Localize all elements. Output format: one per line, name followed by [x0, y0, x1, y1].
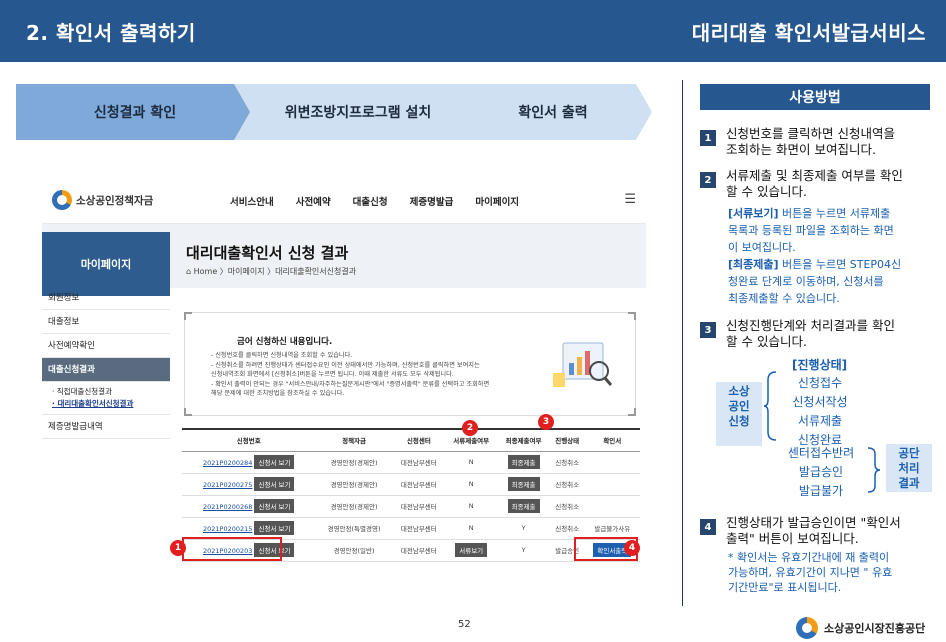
application-number-link[interactable]: 2021P0200215 — [203, 525, 252, 533]
application-number-link[interactable]: 2021P0200275 — [203, 481, 252, 489]
reject-reason-link[interactable]: 발급불가사유 — [584, 517, 640, 540]
flow-applicant-states: 신청접수 신청서작성 서류제출 신청완료 — [792, 376, 848, 447]
step-check-result: 신청결과 확인 — [16, 84, 254, 140]
notice-box: 금어 신청하신 내용입니다. - 신청번호를 클릭하면 신청내역을 조회할 수 … — [184, 312, 636, 416]
callout-badge-2: 2 — [462, 420, 478, 436]
header-bar: 2. 확인서 출력하기 대리대출 확인서발급서비스 — [0, 0, 946, 62]
table-row: 2021P0200284 신청서 보기 경영안정(경제안) 대전남부센터 N 최… — [182, 451, 640, 474]
view-application-button[interactable]: 신청서 보기 — [254, 521, 295, 535]
step-number-4: 4 — [700, 519, 716, 535]
footer-logo: 소상공인시장진흥공단 — [796, 617, 925, 639]
view-application-button[interactable]: 신청서 보기 — [254, 477, 295, 491]
menu-item-service[interactable]: 서비스안내 — [230, 194, 274, 208]
step-number-1: 1 — [700, 130, 716, 146]
view-application-button[interactable]: 신청서 보기 — [254, 499, 295, 513]
final-submit-button[interactable]: 최종제출 — [507, 477, 540, 491]
org-logo-icon — [796, 617, 818, 639]
instruction-3: 신청진행단계와 처리결과를 확인 할 수 있습니다. — [726, 318, 895, 349]
page-title: 2. 확인서 출력하기 — [26, 21, 196, 45]
site-menu: 서비스안내 사전예약 대출신청 제증명발급 마이페이지 — [230, 194, 519, 208]
table-row: 2021P0200275 신청서 보기 경영안정(경제안) 대전남부센터 N 최… — [182, 473, 640, 496]
notice-lines: - 신청번호를 클릭하면 신청내역을 조회할 수 있습니다. - 신청취소를 하… — [211, 352, 490, 398]
flow-result-box: 공단 처리 결과 — [886, 444, 932, 492]
document-illustration-icon — [553, 342, 613, 387]
callout-badge-4: 4 — [624, 540, 640, 556]
site-top-nav: 소상공인정책자금 서비스안내 사전예약 대출신청 제증명발급 마이페이지 ☰ — [42, 176, 646, 224]
step-install-program: 위변조방지프로그램 설치 — [234, 84, 472, 140]
table-row: 2021P0200215 신청서 보기 경영안정(특별경영) 대전남부센터 N … — [182, 517, 640, 540]
note-documents: [서류보기] 버튼을 누르면 서류제출 목록과 등록된 파일을 조회하는 화면 … — [728, 207, 894, 254]
sidebar-item-loan-result[interactable]: 대출신청결과 — [42, 358, 170, 382]
table-header-row: 신청번호 정책자금 신청센터 서류제출여부 최종제출여부 진행상태 확인서 — [182, 428, 640, 452]
instruction-1: 신청번호를 클릭하면 신청내역을 조회하는 화면이 보여집니다. — [726, 126, 895, 157]
site-logo[interactable]: 소상공인정책자금 — [52, 190, 153, 210]
final-submit-button[interactable]: 최종제출 — [507, 455, 540, 469]
menu-item-loan[interactable]: 대출신청 — [353, 194, 388, 208]
website-screenshot: 소상공인정책자금 서비스안내 사전예약 대출신청 제증명발급 마이페이지 ☰ 마… — [42, 176, 646, 566]
application-number-link[interactable]: 2021P0200284 — [203, 459, 252, 467]
logo-icon — [52, 190, 72, 210]
flow-center-states: 센터접수반려 발급승인 발급불가 — [787, 446, 855, 498]
vertical-divider — [682, 80, 683, 606]
table-row: 2021P0200268 신청서 보기 경영안정(경제안) 대전남부센터 N 최… — [182, 495, 640, 518]
breadcrumb: ⌂ Home 〉마이페이지 〉대리대출확인서신청결과 — [186, 267, 357, 276]
result-page-title: 대리대출확인서 신청 결과 — [186, 244, 349, 262]
howto-title: 사용방법 — [700, 84, 930, 110]
callout-badge-1: 1 — [170, 540, 186, 556]
final-submit-button[interactable]: 최종제출 — [507, 499, 540, 513]
sidebar: 회원정보 대출정보 사전예약확인 대출신청결과 · 직접대출신청결과 · 대리대… — [42, 286, 170, 439]
page-number: 52 — [458, 619, 471, 630]
highlight-box-app-number — [182, 537, 282, 561]
step-print-certificate: 확인서 출력 — [444, 84, 652, 140]
flow-source-box: 소상 공인 신청 — [716, 382, 762, 446]
step-progress: 신청결과 확인 위변조방지프로그램 설치 확인서 출력 — [16, 84, 652, 140]
flow-brace-right — [867, 447, 880, 493]
note-final-submit: [최종제출] 버튼을 누르면 STEP04신 청완료 단계로 이동하며, 신청서… — [728, 258, 902, 305]
view-application-button[interactable]: 신청서 보기 — [254, 455, 295, 469]
flow-brace-left — [764, 371, 777, 441]
step-number-2: 2 — [700, 172, 716, 188]
flow-status-heading: [진행상태] — [792, 358, 848, 372]
instruction-2: 서류제출 및 최종제출 여부를 확인 할 수 있습니다. — [726, 168, 903, 199]
sidebar-item-certificates[interactable]: 제증명발급내역 — [42, 415, 170, 439]
step-number-3: 3 — [700, 322, 716, 338]
callout-badge-3: 3 — [538, 414, 554, 430]
menu-item-mypage[interactable]: 마이페이지 — [475, 194, 519, 208]
view-documents-button[interactable]: 서류보기 — [455, 543, 488, 557]
sidebar-sub-direct[interactable]: · 직접대출신청결과 — [52, 386, 160, 398]
sidebar-item-loan-info[interactable]: 대출정보 — [42, 310, 170, 334]
menu-item-certificate[interactable]: 제증명발급 — [410, 194, 454, 208]
sidebar-item-reservation[interactable]: 사전예약확인 — [42, 334, 170, 358]
note-validity: * 확인서는 유효기간내에 재 출력이 가능하며, 유효기간이 지나면 " 유효… — [728, 551, 893, 594]
application-number-link[interactable]: 2021P0200268 — [203, 503, 252, 511]
notice-title: 금어 신청하신 내용입니다. — [237, 337, 333, 347]
instruction-4: 진행상태가 발급승인이면 "확인서 출력" 버튼이 보여집니다. — [726, 515, 901, 546]
sidebar-item-member[interactable]: 회원정보 — [42, 286, 170, 310]
menu-item-reserve[interactable]: 사전예약 — [296, 194, 331, 208]
sidebar-submenu: · 직접대출신청결과 · 대리대출확인서신청결과 — [42, 382, 170, 415]
hamburger-menu-icon[interactable]: ☰ — [624, 192, 636, 207]
service-title: 대리대출 확인서발급서비스 — [691, 21, 926, 45]
home-icon: ⌂ — [186, 267, 194, 276]
sidebar-sub-proxy[interactable]: · 대리대출확인서신청결과 — [52, 398, 160, 410]
